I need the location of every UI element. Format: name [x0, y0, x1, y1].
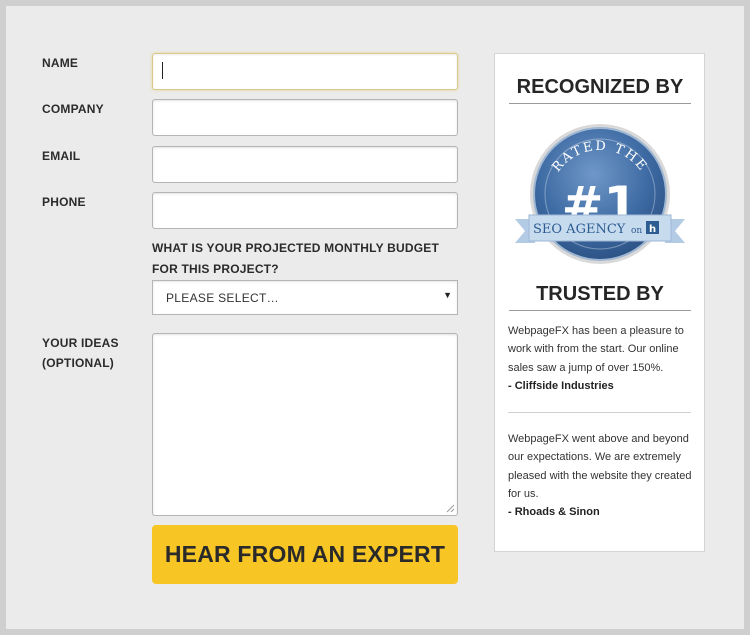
ideas-label-line2: (OPTIONAL): [42, 356, 114, 370]
testimonial-quote: WebpageFX went above and beyond our expe…: [508, 433, 692, 500]
phone-input[interactable]: [152, 192, 458, 229]
testimonial-2: WebpageFX went above and beyond our expe…: [508, 430, 692, 521]
badge-ribbon-suffix: on: [631, 226, 642, 236]
recognized-by-heading: RECOGNIZED BY: [509, 74, 691, 104]
company-input[interactable]: [152, 99, 458, 136]
ideas-textarea[interactable]: [152, 333, 458, 516]
resize-grip-icon[interactable]: [446, 504, 455, 513]
rated-number-one-badge: RATED THE #1 SEO AGENCY on h: [515, 124, 685, 264]
name-label: NAME: [42, 56, 79, 70]
budget-select[interactable]: PLEASE SELECT… ▼: [152, 280, 458, 315]
ideas-label: YOUR IDEAS (OPTIONAL): [42, 333, 119, 373]
recognition-panel: RECOGNIZED BY RATED THE #1 SEO AGENCY on…: [494, 53, 705, 552]
ideas-label-line1: YOUR IDEAS: [42, 336, 119, 350]
name-input[interactable]: [152, 53, 458, 90]
testimonial-author: - Rhoads & Sinon: [508, 506, 600, 519]
testimonial-author: - Cliffside Industries: [508, 379, 614, 392]
badge-ribbon-text: SEO AGENCY: [533, 222, 626, 237]
text-caret: [162, 62, 163, 79]
budget-selected-value: PLEASE SELECT…: [166, 291, 279, 305]
dropdown-arrow-icon: ▼: [443, 290, 452, 300]
budget-question: WHAT IS YOUR PROJECTED MONTHLY BUDGET FO…: [152, 241, 439, 276]
hear-from-expert-button[interactable]: HEAR FROM AN EXPERT: [152, 525, 458, 584]
email-input[interactable]: [152, 146, 458, 183]
testimonial-quote: WebpageFX has been a pleasure to work wi…: [508, 325, 684, 374]
phone-label: PHONE: [42, 195, 86, 209]
trusted-by-heading: TRUSTED BY: [509, 281, 691, 311]
testimonial-divider: [508, 412, 691, 413]
testimonial-1: WebpageFX has been a pleasure to work wi…: [508, 322, 692, 395]
company-label: COMPANY: [42, 102, 104, 116]
logo-letter: h: [649, 224, 656, 235]
email-label: EMAIL: [42, 149, 81, 163]
